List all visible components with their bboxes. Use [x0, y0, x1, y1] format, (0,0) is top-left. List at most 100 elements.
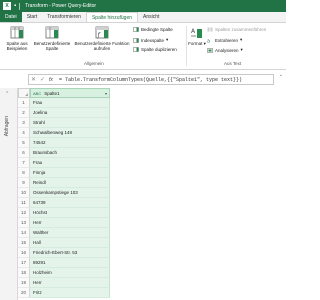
format-icon: A	[191, 28, 202, 38]
chevron-down-icon: ▾	[240, 47, 243, 52]
formula-bar: ✕ ✓ fx = Table.TransformColumnTypes(Quel…	[0, 70, 286, 88]
table-cell[interactable]: Braunsbach	[30, 148, 110, 158]
table-row[interactable]: 19 Herr	[18, 278, 110, 288]
table-row[interactable]: 11 64739	[18, 198, 110, 208]
table-cell[interactable]: Holzheim	[30, 268, 110, 278]
table-cell[interactable]: 89291	[30, 258, 110, 268]
table-cell[interactable]: Reindl	[30, 178, 110, 188]
table-cell[interactable]: Frau	[30, 98, 110, 108]
table-row[interactable]: 7 Frau	[18, 158, 110, 168]
column-header-spalte1[interactable]: ABC Spalte1 ▾	[30, 88, 110, 98]
format-button[interactable]: A Format ▾	[188, 26, 206, 46]
tab-spalte-hinzufuegen[interactable]: Spalte hinzufügen	[85, 12, 139, 22]
table-row[interactable]: 20 Fritz	[18, 288, 110, 298]
conditional-column-icon	[133, 27, 139, 32]
expand-formula-icon[interactable]: ⌄	[279, 72, 283, 78]
table-row[interactable]: 16 Friedrich-Ebert-Str. 53	[18, 248, 110, 258]
ribbon-tabs: Datei Start Transformieren Spalte hinzuf…	[0, 11, 286, 23]
table-row[interactable]: 6 Braunsbach	[18, 148, 110, 158]
custom-column-icon	[45, 26, 59, 39]
table-row[interactable]: 14 Walther	[18, 228, 110, 238]
table-cell[interactable]: Hall	[30, 238, 110, 248]
save-icon[interactable]: ▪	[14, 3, 16, 9]
table-cell[interactable]: Finnja	[30, 168, 110, 178]
table-menu-corner[interactable]	[18, 88, 30, 98]
tab-start[interactable]: Start	[22, 12, 43, 22]
table-cell[interactable]: Herr	[30, 278, 110, 288]
svg-text:a: a	[207, 38, 210, 43]
table-cell[interactable]: Schwalbenweg 148	[30, 128, 110, 138]
tab-transformieren[interactable]: Transformieren	[42, 12, 86, 22]
row-number: 9	[18, 178, 30, 188]
table-row[interactable]: 13 Herr	[18, 218, 110, 228]
table-row[interactable]: 9 Reindl	[18, 178, 110, 188]
row-number: 8	[18, 168, 30, 178]
parse-icon	[207, 47, 213, 53]
row-number: 15	[18, 238, 30, 248]
tab-datei[interactable]: Datei	[0, 11, 22, 22]
table-row[interactable]: 12 Höchst	[18, 208, 110, 218]
table-row[interactable]: 1 Frau	[18, 98, 110, 108]
table-row[interactable]: 3 Strahl	[18, 118, 110, 128]
row-number: 4	[18, 128, 30, 138]
column-from-examples-button[interactable]: Spalte aus Beispielen	[3, 26, 31, 51]
extract-button[interactable]: a Extrahieren ▾	[207, 37, 242, 43]
custom-column-button[interactable]: Benutzerdefinierte Spalte	[32, 26, 72, 51]
row-number: 19	[18, 278, 30, 288]
table-cell[interactable]: Herr	[30, 218, 110, 228]
formula-box[interactable]: ✕ ✓ fx = Table.TransformColumnTypes(Quel…	[28, 74, 274, 85]
parse-button[interactable]: Analysieren ▾	[207, 47, 243, 53]
table-row[interactable]: 15 Hall	[18, 238, 110, 248]
table-row[interactable]: 10 Ossenkampstiege 103	[18, 188, 110, 198]
table-row[interactable]: 2 Joelina	[18, 108, 110, 118]
index-column-label: Indexspalte	[141, 37, 165, 43]
grid-header: ABC Spalte1 ▾	[18, 88, 110, 98]
table-cell[interactable]: Walther	[30, 228, 110, 238]
index-column-button[interactable]: Indexspalte ▾	[133, 37, 168, 43]
duplicate-column-button[interactable]: Spalte duplizieren	[133, 47, 177, 52]
column-header-label: Spalte1	[44, 90, 60, 96]
svg-text:A: A	[191, 28, 196, 35]
collapse-arrow-icon[interactable]: >	[6, 89, 8, 94]
table-row[interactable]: 5 74542	[18, 138, 110, 148]
tab-ansicht[interactable]: Ansicht	[138, 12, 164, 22]
conditional-column-button[interactable]: Bedingte Spalte	[133, 27, 173, 32]
row-number: 14	[18, 228, 30, 238]
table-cell[interactable]: Strahl	[30, 118, 110, 128]
table-row[interactable]: 17 89291	[18, 258, 110, 268]
data-grid: ABC Spalte1 ▾ 1 Frau 2 Joelina 3 Strahl 4 Schwa…	[18, 88, 286, 300]
row-number: 6	[18, 148, 30, 158]
row-number: 17	[18, 258, 30, 268]
table-row[interactable]: 8 Finnja	[18, 168, 110, 178]
index-column-icon	[133, 37, 139, 43]
table-cell[interactable]: 74542	[30, 138, 110, 148]
conditional-column-label: Bedingte Spalte	[141, 27, 173, 32]
row-number: 20	[18, 288, 30, 298]
formula-text[interactable]: = Table.TransformColumnTypes(Quelle,{{"S…	[55, 77, 242, 83]
table-cell[interactable]: Höchst	[30, 208, 110, 218]
format-label: Format ▾	[188, 41, 206, 46]
cancel-icon[interactable]: ✕	[29, 75, 38, 84]
table-cell[interactable]: Fritz	[30, 288, 110, 298]
row-number: 5	[18, 138, 30, 148]
table-row[interactable]: 18 Holzheim	[18, 268, 110, 278]
queries-label[interactable]: Abfragen	[4, 116, 10, 136]
fx-icon: fx	[49, 76, 53, 83]
parse-label: Analysieren	[215, 47, 239, 53]
table-cell[interactable]: Ossenkampstiege 103	[30, 188, 110, 198]
table-cell[interactable]: Friedrich-Ebert-Str. 53	[30, 248, 110, 258]
invoke-custom-function-button[interactable]: f Benutzerdefinierte Funktion aufrufen	[74, 26, 130, 51]
column-type-icon[interactable]: ABC	[33, 91, 41, 96]
table-cell[interactable]: 64739	[30, 198, 110, 208]
title-separator	[19, 2, 21, 10]
table-cell[interactable]: Joelina	[30, 108, 110, 118]
filter-dropdown-icon[interactable]: ▾	[105, 91, 107, 96]
table-icon	[10, 26, 24, 39]
duplicate-column-icon	[133, 47, 139, 52]
table-row[interactable]: 4 Schwalbenweg 148	[18, 128, 110, 138]
extract-label: Extrahieren	[215, 37, 239, 43]
row-number: 13	[18, 218, 30, 228]
table-cell[interactable]: Frau	[30, 158, 110, 168]
confirm-icon[interactable]: ✓	[38, 75, 47, 84]
custom-column-label: Benutzerdefinierte Spalte	[33, 41, 71, 51]
